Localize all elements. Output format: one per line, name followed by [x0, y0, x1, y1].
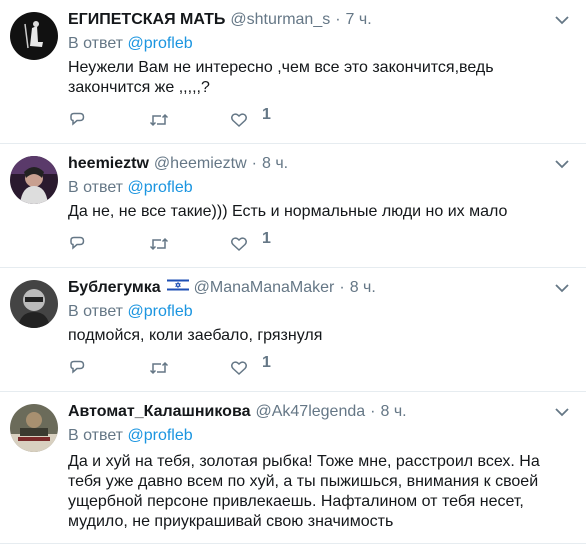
tweet: heemieztw @heemieztw · 8 ч. В ответ @pro…: [0, 144, 586, 268]
reply-prefix: В ответ: [68, 303, 124, 320]
reply-context: В ответ @profleb: [68, 426, 572, 446]
separator-dot: ·: [339, 279, 345, 296]
tweet-header: heemieztw @heemieztw · 8 ч.: [68, 154, 572, 174]
avatar[interactable]: [10, 404, 58, 452]
retweet-icon: [149, 237, 169, 251]
display-name[interactable]: Автомат_Калашникова: [68, 402, 250, 422]
tweet-header: Автомат_Калашникова @Ak47legenda · 8 ч.: [68, 402, 572, 422]
reply-mention-link[interactable]: @profleb: [127, 179, 192, 196]
display-name[interactable]: heemieztw: [68, 154, 149, 174]
chevron-down-icon[interactable]: [554, 158, 570, 170]
reply-context: В ответ @profleb: [68, 302, 572, 322]
retweet-button[interactable]: [149, 112, 230, 128]
display-name[interactable]: Бублегумка: [68, 278, 161, 298]
reply-icon: [70, 360, 85, 374]
like-icon: [231, 113, 247, 128]
reply-context: В ответ @profleb: [68, 34, 572, 54]
like-count: 1: [262, 230, 271, 247]
tweet-text: Неужели Вам не интересно ,чем все это за…: [68, 59, 494, 96]
israel-flag-icon: [166, 278, 189, 292]
timestamp[interactable]: 8 ч.: [380, 402, 406, 422]
like-button[interactable]: 1: [230, 354, 311, 376]
tweet-actions: 1: [68, 100, 572, 140]
reply-prefix: В ответ: [68, 427, 124, 444]
like-button[interactable]: 1: [230, 106, 311, 128]
retweet-button[interactable]: [149, 360, 230, 376]
user-handle[interactable]: @shturman_s: [230, 10, 330, 30]
user-handle[interactable]: @Ak47legenda: [255, 402, 365, 422]
separator-dot: ·: [251, 155, 257, 172]
tweet: Автомат_Калашникова @Ak47legenda · 8 ч. …: [0, 392, 586, 544]
reply-button[interactable]: [68, 236, 149, 252]
reply-mention-link[interactable]: @profleb: [127, 427, 192, 444]
chevron-down-icon[interactable]: [554, 14, 570, 26]
tweet-text: Да и хуй на тебя, золотая рыбка! Тоже мн…: [68, 453, 540, 530]
separator-dot: ·: [370, 403, 376, 420]
timestamp[interactable]: 8 ч.: [262, 154, 288, 174]
display-name[interactable]: ЕГИПЕТСКАЯ МАТЬ: [68, 10, 225, 30]
reply-button[interactable]: [68, 360, 149, 376]
user-handle[interactable]: @ManaManaMaker: [194, 278, 335, 298]
tweet-actions: 1: [68, 348, 572, 388]
reply-icon: [70, 236, 85, 250]
chevron-down-icon[interactable]: [554, 282, 570, 294]
separator-dot: ·: [335, 11, 341, 28]
tweet-text: подмойся, коли заебало, грязнуля: [68, 327, 323, 344]
like-count: 1: [262, 106, 271, 123]
retweet-icon: [149, 113, 169, 127]
reply-prefix: В ответ: [68, 179, 124, 196]
chevron-down-icon[interactable]: [554, 406, 570, 418]
avatar[interactable]: [10, 12, 58, 60]
like-icon: [231, 361, 247, 376]
avatar[interactable]: [10, 280, 58, 328]
tweet-header: ЕГИПЕТСКАЯ МАТЬ @shturman_s · 7 ч.: [68, 10, 572, 30]
retweet-button[interactable]: [149, 236, 230, 252]
reply-button[interactable]: [68, 112, 149, 128]
retweet-icon: [149, 361, 169, 375]
tweet-header: Бублегумка @ManaManaMaker · 8 ч.: [68, 278, 572, 298]
reply-context: В ответ @profleb: [68, 178, 572, 198]
user-handle[interactable]: @heemieztw: [154, 154, 247, 174]
reply-mention-link[interactable]: @profleb: [127, 35, 192, 52]
like-count: 1: [262, 354, 271, 371]
reply-prefix: В ответ: [68, 35, 124, 52]
timestamp[interactable]: 8 ч.: [350, 278, 376, 298]
like-icon: [231, 237, 247, 252]
tweet-text: Да не, не все такие))) Есть и нормальные…: [68, 203, 508, 220]
like-button[interactable]: 1: [230, 230, 311, 252]
reply-mention-link[interactable]: @profleb: [127, 303, 192, 320]
tweet: Бублегумка @ManaManaMaker · 8 ч. В ответ…: [0, 268, 586, 392]
tweet-actions: 1: [68, 224, 572, 264]
tweet: ЕГИПЕТСКАЯ МАТЬ @shturman_s · 7 ч. В отв…: [0, 0, 586, 144]
timestamp[interactable]: 7 ч.: [346, 10, 372, 30]
avatar[interactable]: [10, 156, 58, 204]
reply-icon: [70, 112, 85, 126]
